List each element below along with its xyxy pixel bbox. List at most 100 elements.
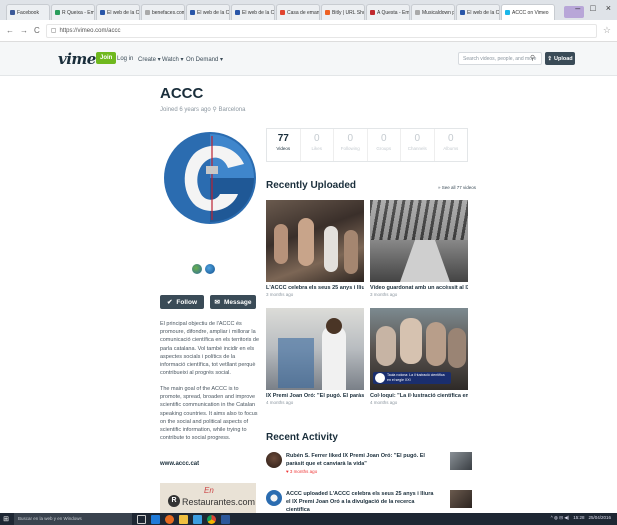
login-link[interactable]: Log in (117, 56, 133, 62)
edge-icon[interactable] (151, 514, 160, 524)
clock-time[interactable]: 15:28 (573, 515, 584, 521)
browser-tab[interactable]: El web de la Ci (231, 4, 275, 20)
tab-favicon-icon (55, 10, 60, 15)
tray-icons[interactable]: ^ ◍ ⊟ ◀) (551, 515, 570, 521)
tab-favicon-icon (235, 10, 240, 15)
video-title[interactable]: Col·loqui: "La il·lustració científica e… (370, 393, 468, 399)
stat-value: 0 (414, 133, 421, 144)
word-icon[interactable] (221, 514, 230, 524)
video-card[interactable]: Taula rodona: La il·lustració científica… (370, 308, 468, 405)
browser-tab[interactable]: R Queixa - Em (51, 4, 95, 20)
video-overlay-badge: Taula rodona: La il·lustració científica… (373, 372, 451, 384)
bookmark-star-icon[interactable]: ☆ (603, 25, 611, 36)
activity-text[interactable]: ACCC uploaded L'ACCC celebra els seus 25… (286, 491, 433, 513)
video-age: 3 months ago (370, 292, 398, 297)
stat-label: Channels (407, 146, 427, 151)
recently-uploaded-heading: Recently Uploaded (266, 180, 357, 191)
follow-label: Follow (176, 298, 198, 306)
user-avatar[interactable] (266, 452, 282, 468)
tab-favicon-icon (370, 10, 375, 15)
firefox-icon[interactable] (165, 514, 174, 524)
page-title: ACCC (160, 85, 204, 102)
minimize-button[interactable]: – (575, 3, 580, 13)
browser-tab[interactable]: El web de la Ci (456, 4, 500, 20)
forward-icon[interactable]: → (20, 26, 28, 35)
activity-text[interactable]: Rubén S. Ferrer liked IX Premi Joan Oró:… (286, 453, 425, 467)
video-thumbnail[interactable] (266, 308, 364, 390)
video-title[interactable]: Vídeo guardonat amb un accèssit al IX Pr… (370, 285, 468, 291)
upload-button[interactable]: ⇪ Upload (545, 52, 575, 65)
browser-tab[interactable]: A Questa - Em (366, 4, 410, 20)
tab-label: A Questa - Em (377, 9, 410, 16)
stat-groups[interactable]: 0 Groups (366, 129, 401, 161)
video-title[interactable]: L'ACCC celebra els seus 25 anys i lliura… (266, 285, 364, 291)
bio-english: The main goal of the ACCC is to promote,… (160, 386, 258, 442)
recent-activity-heading: Recent Activity (266, 432, 338, 443)
stat-following[interactable]: 0 Following (333, 129, 367, 161)
activity-thumbnail[interactable] (450, 490, 472, 508)
windows-start-icon[interactable]: ⊞ (0, 513, 12, 525)
address-bar: ← → C ▢ https://vimeo.com/accc ☆ (0, 20, 617, 42)
stat-channels[interactable]: 0 Channels (400, 129, 434, 161)
page-icon: ▢ (50, 28, 57, 34)
on-demand-menu[interactable]: On Demand ▾ (186, 56, 223, 63)
see-all-videos-link[interactable]: » See all 77 videos (438, 185, 476, 190)
browser-tab[interactable]: El web de la Ci (186, 4, 230, 20)
video-thumbnail[interactable] (266, 200, 364, 282)
browser-tab[interactable]: Musicaldown p (411, 4, 455, 20)
store-icon[interactable] (193, 514, 202, 524)
stat-value: 0 (447, 133, 454, 144)
browser-tab[interactable]: Casa de eman (276, 4, 320, 20)
stat-value: 0 (347, 133, 354, 144)
stat-label: Likes (311, 146, 322, 151)
world-icon[interactable] (205, 264, 215, 274)
chrome-icon[interactable] (207, 514, 216, 524)
stat-likes[interactable]: 0 Likes (299, 129, 334, 161)
url-field[interactable]: ▢ https://vimeo.com/accc (45, 23, 597, 38)
avatar (164, 132, 256, 224)
browser-tab[interactable]: ACCC on Vimeo (501, 4, 555, 20)
stat-value: 77 (277, 133, 289, 144)
activity-meta: ♥ 3 months ago (286, 469, 318, 474)
browser-tab[interactable]: benefaces.com (141, 4, 185, 20)
browser-tab[interactable]: Facebook (6, 4, 50, 20)
follow-button[interactable]: ✔ Follow (160, 295, 204, 309)
browser-tab[interactable]: El web de la Ci (96, 4, 140, 20)
close-window-button[interactable]: × (606, 3, 611, 13)
tab-label: El web de la Ci (197, 9, 230, 16)
clock-date[interactable]: 25/04/2016 (588, 515, 611, 521)
reload-icon[interactable]: C (34, 26, 40, 35)
stat-albums[interactable]: 0 Albums (433, 129, 468, 161)
vimeo-header: vimeo Join Log in Create ▾ Watch ▾ On De… (0, 42, 617, 76)
globe-icon[interactable] (192, 264, 202, 274)
task-view-icon[interactable] (137, 514, 146, 524)
video-title[interactable]: IX Premi Joan Oró: "El pugó. El paràsit … (266, 393, 364, 399)
tab-label: Musicaldown p (422, 9, 455, 16)
taskbar-search-input[interactable]: Buscar en la web y en Windows (14, 513, 132, 525)
advertisement[interactable]: En R Restaurantes.com (160, 483, 256, 513)
video-card[interactable]: Vídeo guardonat amb un accèssit al IX Pr… (370, 200, 468, 297)
create-menu[interactable]: Create ▾ (138, 56, 161, 63)
user-avatar[interactable] (266, 490, 282, 506)
watch-menu[interactable]: Watch ▾ (162, 56, 183, 63)
search-icon[interactable]: ⚲ (530, 54, 535, 62)
folder-icon[interactable] (179, 514, 188, 524)
video-thumbnail[interactable] (370, 200, 468, 282)
stat-videos[interactable]: 77 Videos (267, 129, 300, 161)
video-card[interactable]: IX Premi Joan Oró: "El pugó. El paràsit … (266, 308, 364, 405)
tab-label: Bitly | URL Sho (332, 9, 365, 16)
ad-brand: Restaurantes.com (182, 497, 256, 507)
tab-favicon-icon (415, 10, 420, 15)
video-card[interactable]: L'ACCC celebra els seus 25 anys i lliura… (266, 200, 364, 297)
tab-label: R Queixa - Em (62, 9, 95, 16)
activity-thumbnail[interactable] (450, 452, 472, 470)
website-link[interactable]: www.accc.cat (160, 461, 199, 467)
video-thumbnail[interactable]: Taula rodona: La il·lustració científica… (370, 308, 468, 390)
message-button[interactable]: ✉ Message (210, 295, 256, 309)
join-button[interactable]: Join (96, 52, 117, 64)
browser-tab[interactable]: Bitly | URL Sho (321, 4, 365, 20)
message-label: Message (223, 298, 252, 306)
maximize-button[interactable]: □ (590, 3, 595, 13)
envelope-icon: ✉ (214, 299, 220, 306)
back-icon[interactable]: ← (6, 26, 14, 35)
